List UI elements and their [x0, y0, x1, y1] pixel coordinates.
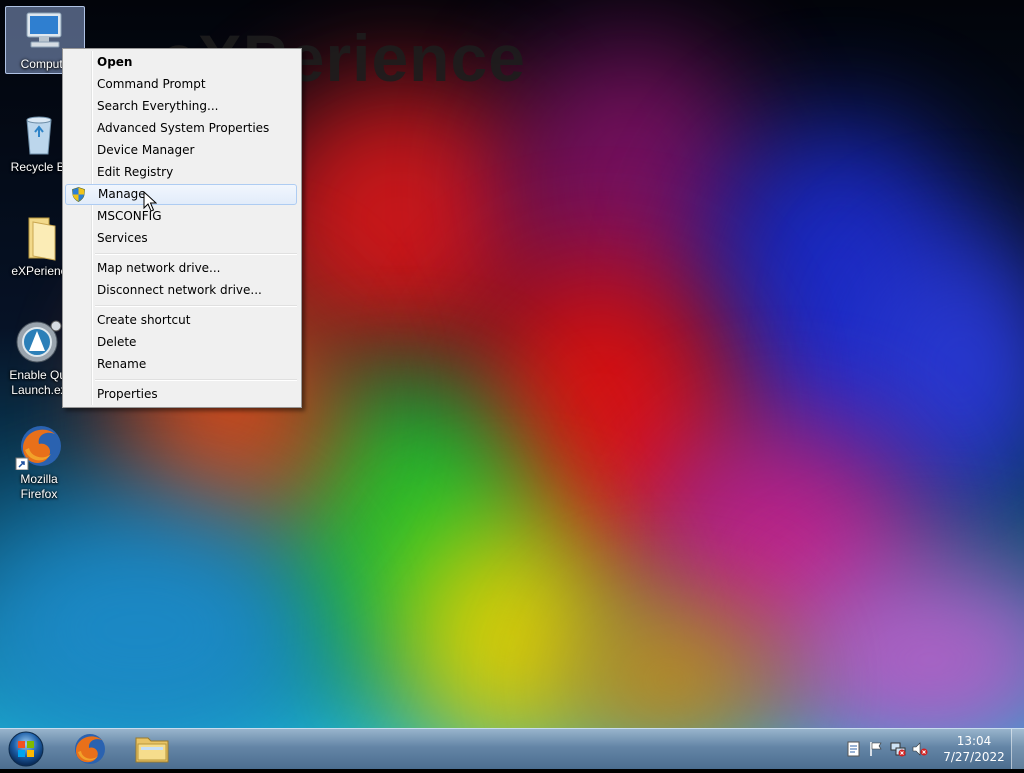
menu-item-open[interactable]: Open: [65, 52, 297, 73]
start-button[interactable]: [6, 730, 46, 768]
menu-item-command-prompt[interactable]: Command Prompt: [65, 74, 297, 95]
firefox-icon: [15, 422, 63, 471]
menu-separator: [95, 379, 297, 381]
folder-icon: [15, 214, 63, 262]
menu-item-edit-registry[interactable]: Edit Registry: [65, 162, 297, 183]
menu-item-manage[interactable]: Manage: [65, 184, 297, 205]
app-launcher-icon: [15, 318, 63, 366]
clock-time: 13:04: [956, 734, 992, 748]
menu-separator: [95, 253, 297, 255]
taskbar: 13:04 7/27/2022: [0, 728, 1024, 769]
menu-item-disconnect-network-drive[interactable]: Disconnect network drive...: [65, 280, 297, 301]
menu-item-delete[interactable]: Delete: [65, 332, 297, 353]
menu-item-services[interactable]: Services: [65, 228, 297, 249]
desktop-icon-label-line2: Firefox: [20, 487, 58, 501]
recycle-bin-icon: [15, 110, 63, 158]
menu-item-advanced-system-properties[interactable]: Advanced System Properties: [65, 118, 297, 139]
menu-item-map-network-drive[interactable]: Map network drive...: [65, 258, 297, 279]
menu-separator: [95, 305, 297, 307]
menu-item-device-manager[interactable]: Device Manager: [65, 140, 297, 161]
flag-icon[interactable]: [868, 741, 884, 757]
clock-date: 7/27/2022: [943, 750, 1005, 764]
firefox-icon: [75, 734, 105, 764]
menu-item-create-shortcut[interactable]: Create shortcut: [65, 310, 297, 331]
taskbar-firefox-button[interactable]: [62, 730, 118, 768]
menu-item-msconfig[interactable]: MSCONFIG: [65, 206, 297, 227]
menu-item-rename[interactable]: Rename: [65, 354, 297, 375]
desktop-icon-mozilla-firefox[interactable]: Mozilla Firefox: [0, 422, 78, 502]
explorer-folder-icon: [135, 737, 169, 763]
menu-item-search-everything[interactable]: Search Everything...: [65, 96, 297, 117]
menu-item-properties[interactable]: Properties: [65, 384, 297, 405]
show-desktop-button[interactable]: [1011, 729, 1024, 769]
uac-shield-icon: [71, 187, 86, 202]
network-icon[interactable]: [890, 741, 906, 757]
mouse-cursor-icon: [143, 190, 158, 213]
action-center-icon[interactable]: [846, 741, 862, 757]
context-menu: Open Command Prompt Search Everything...…: [62, 48, 302, 408]
menu-item-label: Manage: [98, 187, 146, 201]
desktop-icon-label: Mozilla: [20, 472, 58, 486]
start-orb-icon: [8, 731, 44, 767]
system-clock[interactable]: 13:04 7/27/2022: [930, 733, 1018, 765]
volume-muted-icon[interactable]: [912, 741, 928, 757]
taskbar-explorer-button[interactable]: [124, 730, 180, 768]
